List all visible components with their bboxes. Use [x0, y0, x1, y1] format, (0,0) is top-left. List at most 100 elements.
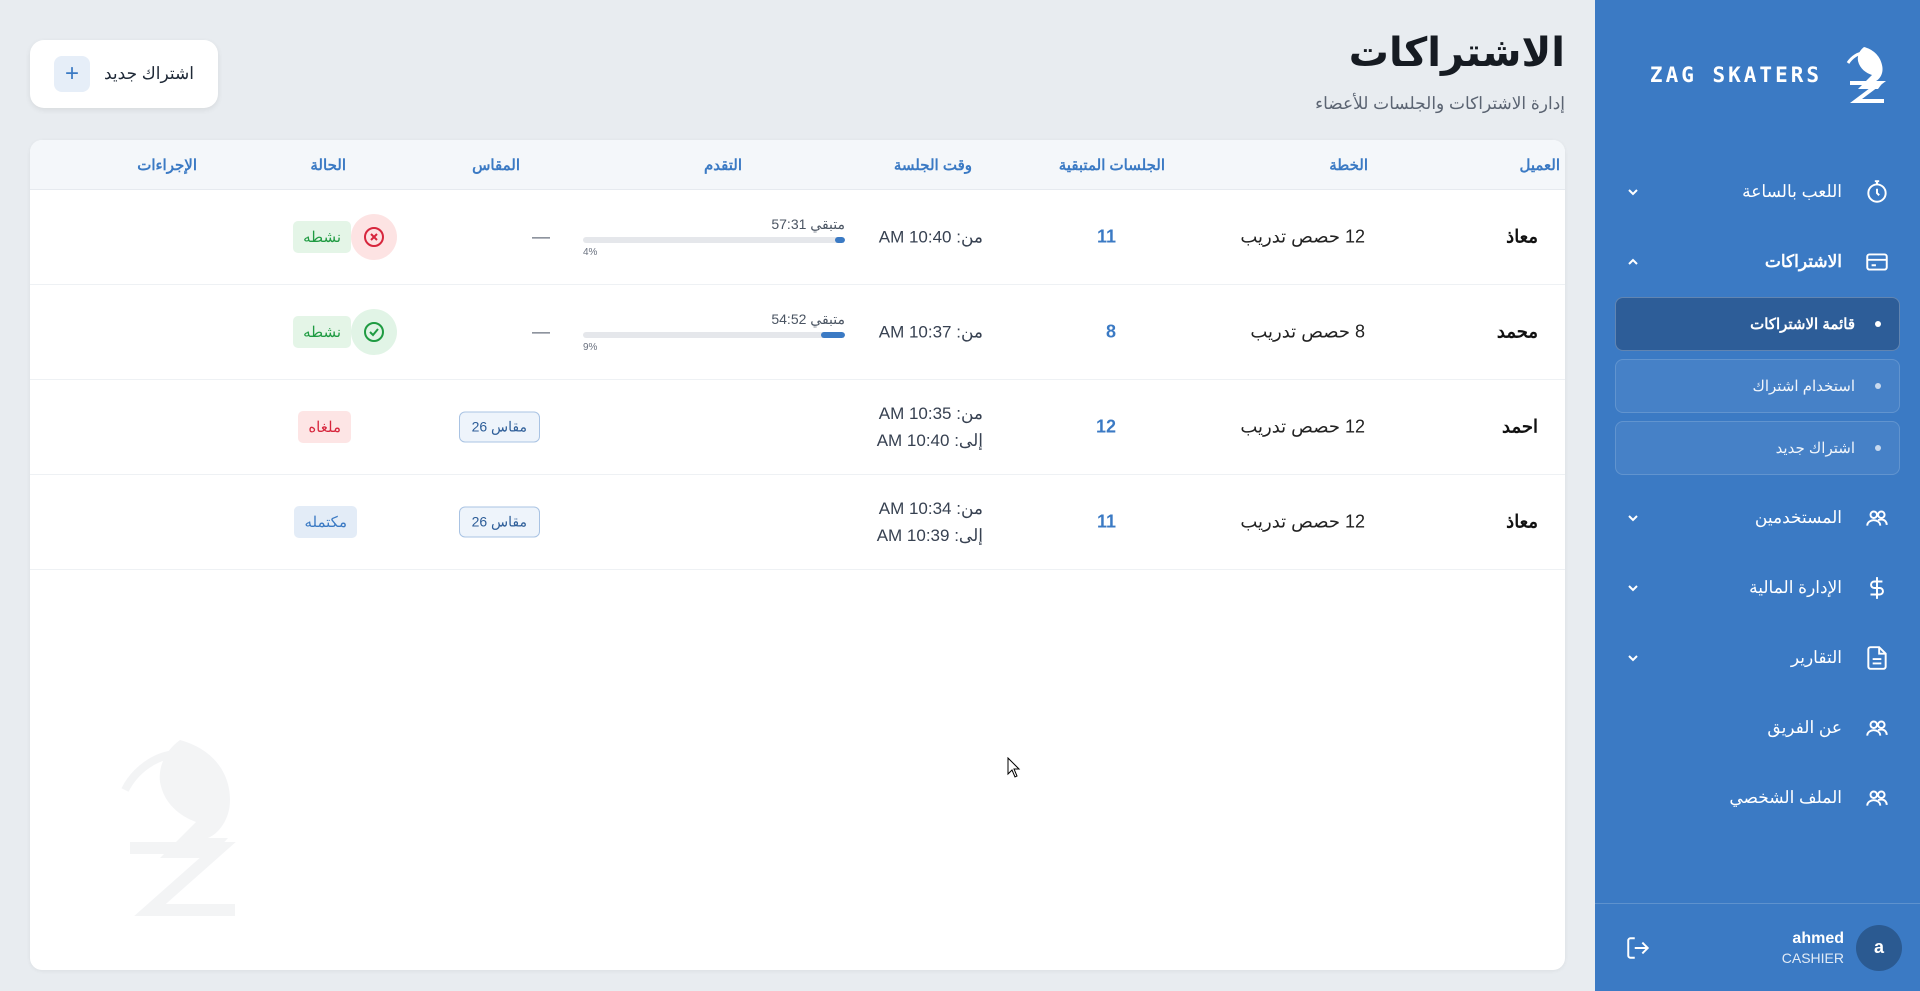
- status-badge: مكتمله: [294, 506, 357, 538]
- check-circle-icon: [364, 322, 384, 342]
- session-time: من: AM 10:40: [879, 224, 983, 251]
- user-meta: ahmed CASHIER: [1782, 930, 1844, 966]
- col-progress: التقدم: [703, 157, 742, 174]
- remaining-sessions: 11: [1096, 226, 1116, 247]
- mouse-cursor-icon: [1007, 757, 1021, 778]
- client-name: محمد: [1496, 321, 1538, 342]
- table-row[interactable]: معاذ 12 حصص تدريب 11 من: AM 10:34 إلى: A…: [30, 475, 1565, 570]
- dollar-icon: [1862, 573, 1892, 603]
- sidebar-item-finance[interactable]: الإدارة المالية: [1595, 553, 1920, 623]
- page-subtitle: إدارة الاشتراكات والجلسات للأعضاء: [1315, 94, 1565, 113]
- cancel-subscription-button[interactable]: [351, 214, 397, 260]
- users-icon: [1862, 783, 1892, 813]
- page-title: الاشتراكات: [1348, 30, 1565, 76]
- status-badge: ملغاه: [298, 411, 351, 443]
- size: —: [532, 321, 550, 342]
- new-subscription-label: اشتراك جديد: [103, 64, 195, 83]
- progress-percent: 4%: [583, 247, 598, 258]
- sidebar: ZAG SKATERS اللعب بالساعة الاشتراكات قائ…: [1595, 0, 1920, 991]
- sidebar-item-reports[interactable]: التقارير: [1595, 623, 1920, 693]
- col-size: المقاس: [472, 157, 520, 174]
- watermark-logo-icon: [121, 740, 236, 916]
- bullet-icon: [1875, 383, 1881, 389]
- users-icon: [1862, 503, 1892, 533]
- sidebar-item-label: اللعب بالساعة: [1742, 182, 1842, 201]
- users-icon: [1862, 713, 1892, 743]
- session-time: من: AM 10:37: [879, 319, 983, 346]
- time-to: إلى: AM 10:40: [876, 431, 983, 450]
- subscriptions-submenu: قائمة الاشتراكات استخدام اشتراك اشتراك ج…: [1595, 297, 1920, 475]
- sidebar-nav: اللعب بالساعة الاشتراكات قائمة الاشتراكا…: [1595, 157, 1920, 833]
- new-subscription-button[interactable]: + اشتراك جديد: [30, 40, 218, 108]
- subitem-label: اشتراك جديد: [1775, 440, 1855, 457]
- chevron-up-icon: [1628, 258, 1638, 265]
- subitem-label: قائمة الاشتراكات: [1750, 316, 1855, 333]
- sidebar-item-users[interactable]: المستخدمين: [1595, 483, 1920, 553]
- progress-track: [583, 237, 845, 243]
- plus-icon: +: [53, 56, 90, 92]
- sidebar-item-profile[interactable]: الملف الشخصي: [1595, 763, 1920, 833]
- plan: 12 حصص تدريب: [1240, 226, 1365, 247]
- zag-logo-icon: [1846, 47, 1886, 103]
- time-from: من: AM 10:35: [878, 404, 983, 423]
- remaining-sessions: 11: [1096, 511, 1116, 532]
- time-from: من: AM 10:34: [878, 499, 983, 518]
- status-badge: نشطه: [293, 316, 351, 348]
- subscriptions-table: العميل الخطة الجلسات المتبقية وقت الجلسة…: [30, 140, 1565, 970]
- chevron-down-icon: [1628, 189, 1638, 196]
- bullet-icon: [1875, 445, 1881, 451]
- client-name: معاذ: [1506, 511, 1538, 532]
- avatar[interactable]: a: [1856, 924, 1902, 971]
- sidebar-item-about-team[interactable]: عن الفريق: [1595, 693, 1920, 763]
- session-time: من: AM 10:35 إلى: AM 10:40: [877, 400, 983, 454]
- plan: 8 حصص تدريب: [1250, 321, 1365, 342]
- table-header: العميل الخطة الجلسات المتبقية وقت الجلسة…: [30, 140, 1565, 190]
- progress: متبقي 54:52 9%: [583, 311, 845, 353]
- close-circle-icon: [364, 227, 384, 247]
- table-row[interactable]: محمد 8 حصص تدريب 8 من: AM 10:37 متبقي 54…: [30, 285, 1565, 380]
- status-badge: نشطه: [293, 221, 351, 253]
- time-from: من: AM 10:37: [878, 322, 983, 342]
- time-from: من: AM 10:40: [878, 227, 983, 247]
- progress-track: [583, 332, 845, 338]
- subitem-new-subscription[interactable]: اشتراك جديد: [1615, 421, 1900, 475]
- remaining-sessions: 12: [1095, 416, 1116, 437]
- plan: 12 حصص تدريب: [1240, 416, 1365, 437]
- subitem-subscriptions-list[interactable]: قائمة الاشتراكات: [1615, 297, 1900, 351]
- sidebar-item-hourly-play[interactable]: اللعب بالساعة: [1595, 157, 1920, 227]
- sidebar-item-label: الملف الشخصي: [1729, 788, 1842, 807]
- table-row[interactable]: معاذ 12 حصص تدريب 11 من: AM 10:40 متبقي …: [30, 190, 1565, 285]
- user-box: a ahmed CASHIER: [1595, 903, 1920, 991]
- brand[interactable]: ZAG SKATERS: [1640, 40, 1890, 110]
- progress-percent: 9%: [583, 342, 598, 353]
- user-name: ahmed: [1792, 929, 1844, 947]
- subitem-label: استخدام اشتراك: [1752, 378, 1855, 395]
- col-status: الحالة: [310, 157, 346, 174]
- user-role: CASHIER: [1781, 949, 1844, 966]
- size-pill: مقاس 26: [458, 506, 540, 538]
- client-name: معاذ: [1506, 226, 1538, 247]
- confirm-subscription-button[interactable]: [351, 309, 397, 355]
- chevron-down-icon: [1628, 655, 1638, 662]
- sidebar-item-label: عن الفريق: [1767, 718, 1842, 737]
- logout-icon[interactable]: [1625, 935, 1651, 961]
- timer-icon: [1862, 177, 1892, 207]
- table-row[interactable]: احمد 12 حصص تدريب 12 من: AM 10:35 إلى: A…: [30, 380, 1565, 475]
- col-session-time: وقت الجلسة: [893, 157, 972, 174]
- bullet-icon: [1875, 321, 1881, 327]
- col-client: العميل: [1519, 157, 1560, 174]
- remaining-sessions: 8: [1105, 321, 1116, 342]
- sidebar-item-subscriptions[interactable]: الاشتراكات: [1595, 227, 1920, 297]
- sidebar-item-label: الاشتراكات: [1764, 252, 1842, 271]
- subitem-use-subscription[interactable]: استخدام اشتراك: [1615, 359, 1900, 413]
- session-time: من: AM 10:34 إلى: AM 10:39: [877, 495, 983, 549]
- chevron-down-icon: [1628, 585, 1638, 592]
- client-name: احمد: [1502, 416, 1538, 437]
- progress-fill: [821, 332, 845, 338]
- size: —: [532, 226, 550, 247]
- col-actions: الإجراءات: [137, 157, 197, 174]
- sidebar-item-label: التقارير: [1790, 648, 1842, 667]
- sidebar-item-label: الإدارة المالية: [1749, 578, 1842, 597]
- card-icon: [1862, 247, 1892, 277]
- progress-remaining: متبقي 54:52: [771, 311, 845, 327]
